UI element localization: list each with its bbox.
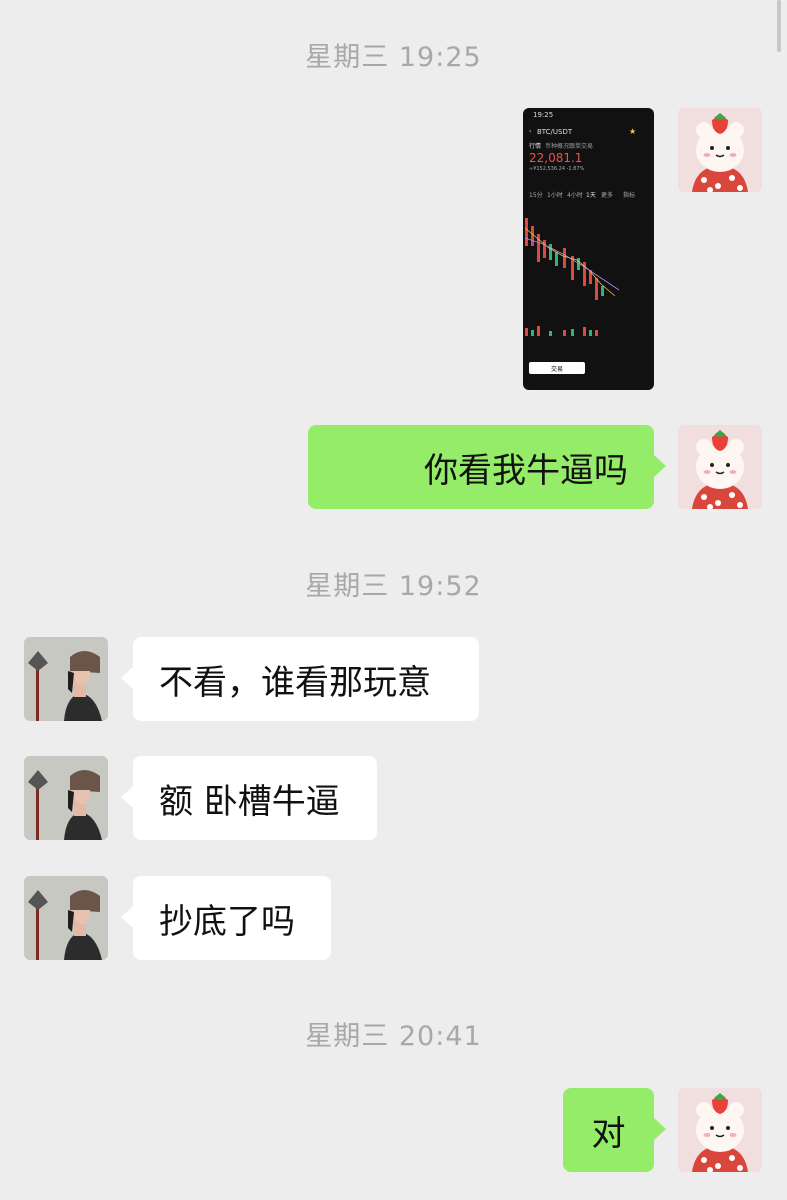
candlestick-chart-thumbnail <box>524 218 620 336</box>
contact-avatar[interactable] <box>24 756 108 840</box>
message-text: 对 <box>591 1113 626 1154</box>
interval: 更多 <box>601 192 614 199</box>
message-text: 抄底了吗 <box>159 901 295 942</box>
my-avatar[interactable] <box>678 425 762 509</box>
screenshot-pair: BTC/USDT <box>537 128 573 136</box>
my-avatar[interactable] <box>678 108 762 192</box>
message-bubble-received[interactable]: 抄底了吗 <box>121 876 331 960</box>
message-bubble-received[interactable]: 不看，谁看那玩意 <box>121 637 479 721</box>
trade-button: 交易 <box>529 362 585 374</box>
interval: 1小时 <box>547 192 563 199</box>
contact-avatar-icon <box>24 637 108 721</box>
screenshot-tab: 币种概况 <box>545 143 570 150</box>
interval: 1天 <box>586 192 596 199</box>
screenshot-price: 22,081.1 <box>529 151 583 165</box>
screenshot-tab: 行情 <box>529 143 542 150</box>
strawberry-bear-avatar-icon <box>678 108 762 192</box>
message-text: 你看我牛逼吗 <box>424 450 628 491</box>
interval: 15分 <box>529 192 543 199</box>
interval: 4小时 <box>567 192 583 199</box>
my-avatar[interactable] <box>678 1088 762 1172</box>
timestamp: 星期三 19:52 <box>305 571 482 602</box>
contact-avatar[interactable] <box>24 637 108 721</box>
contact-avatar-icon <box>24 876 108 960</box>
screenshot-time: 19:25 <box>533 111 554 119</box>
timestamp: 星期三 19:25 <box>305 42 482 73</box>
star-icon: ★ <box>629 127 637 136</box>
contact-avatar[interactable] <box>24 876 108 960</box>
message-bubble-received[interactable]: 额 卧槽牛逼 <box>121 756 377 840</box>
message-bubble-sent[interactable]: 你看我牛逼吗 <box>308 425 666 509</box>
screenshot-tab: 跟单交易 <box>569 143 594 150</box>
image-message[interactable]: 19:25 ‹ BTC/USDT ★ 行情 币种概况 跟单交易 22,081.1… <box>523 108 654 390</box>
screenshot-change: ≈¥152,536.24 -1.87% <box>529 166 585 172</box>
timestamp: 星期三 20:41 <box>305 1021 482 1052</box>
strawberry-bear-avatar-icon <box>678 425 762 509</box>
message-bubble-sent[interactable]: 对 <box>563 1088 666 1172</box>
strawberry-bear-avatar-icon <box>678 1088 762 1172</box>
contact-avatar-icon <box>24 756 108 840</box>
back-icon: ‹ <box>529 128 532 135</box>
message-text: 额 卧槽牛逼 <box>159 781 340 822</box>
interval: 指标 <box>623 192 636 199</box>
message-text: 不看，谁看那玩意 <box>159 662 431 703</box>
